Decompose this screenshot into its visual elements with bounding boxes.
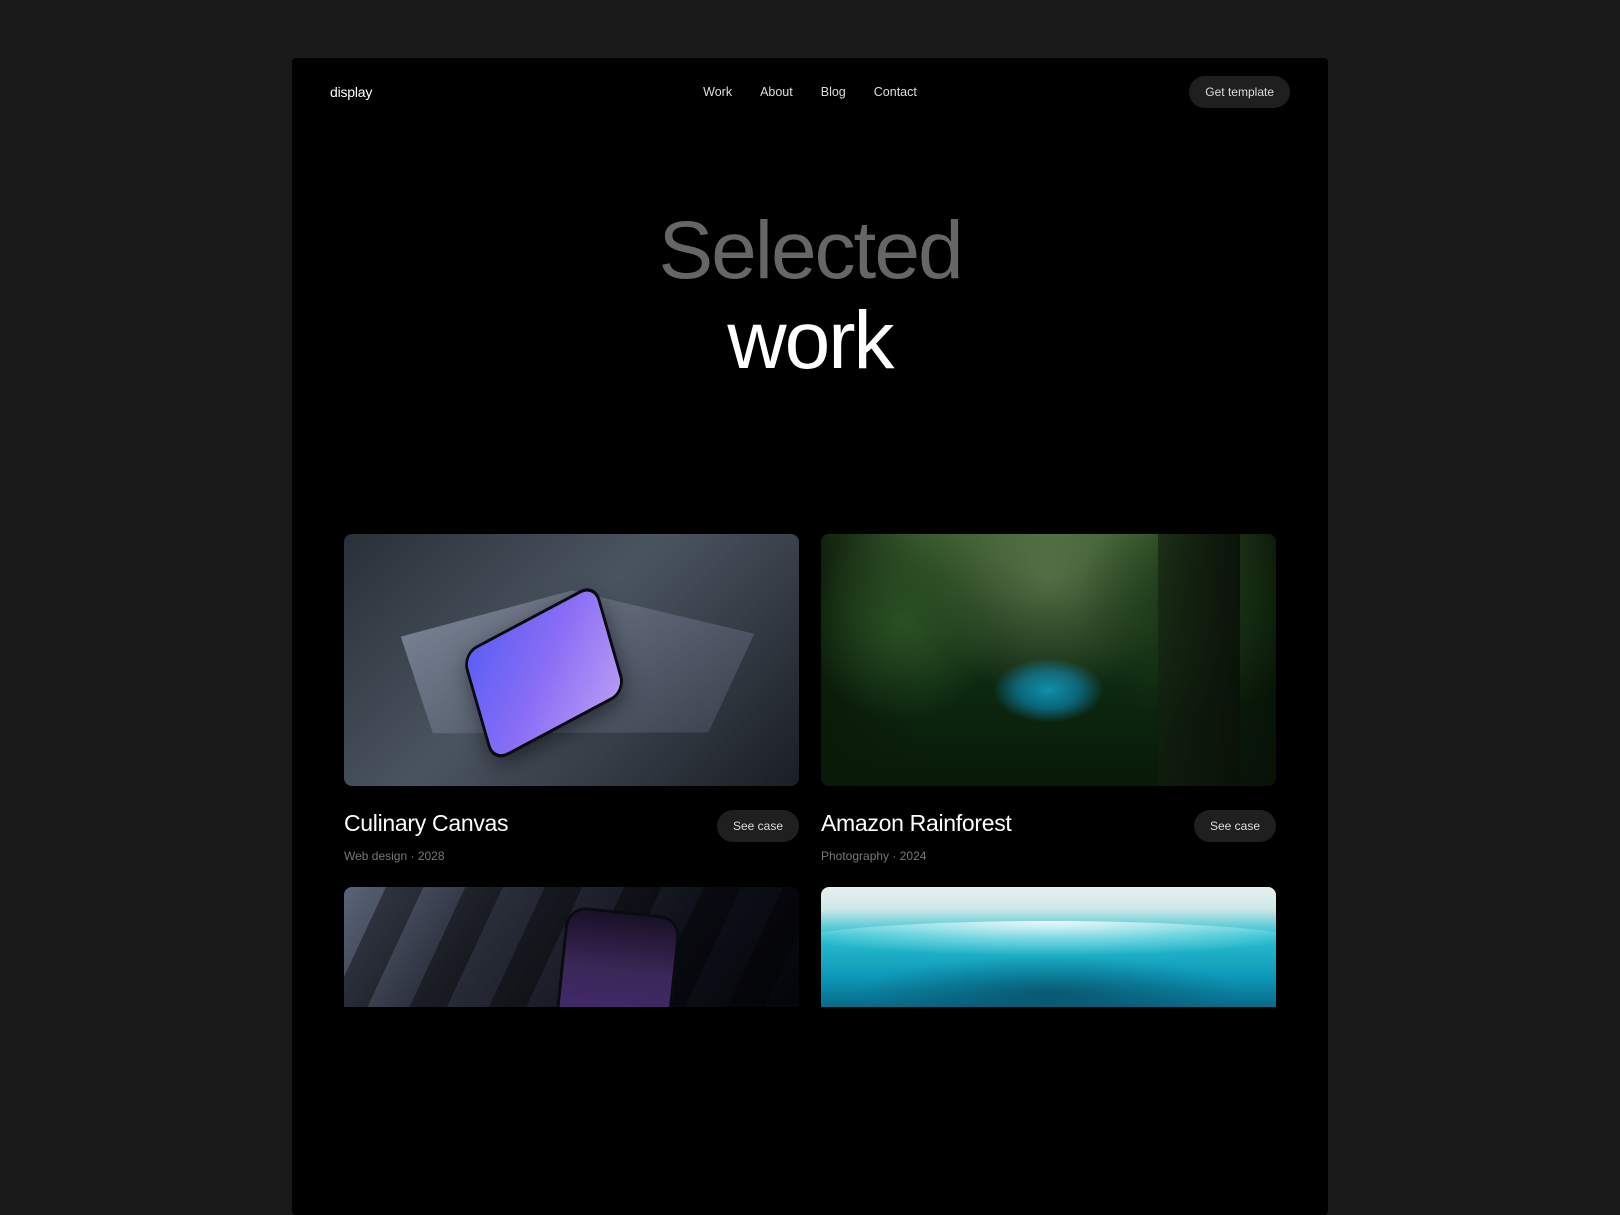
hero-title-line2: work	[330, 298, 1290, 384]
work-thumbnail[interactable]	[821, 887, 1276, 1007]
nav-blog[interactable]: Blog	[821, 85, 846, 99]
work-thumbnail[interactable]	[344, 887, 799, 1007]
see-case-button[interactable]: See case	[717, 810, 799, 842]
hero-title-line1: Selected	[330, 208, 1290, 294]
nav-contact[interactable]: Contact	[874, 85, 917, 99]
work-meta: Photography · 2024	[821, 849, 1194, 863]
nav-work[interactable]: Work	[703, 85, 732, 99]
work-thumbnail[interactable]	[344, 534, 799, 786]
see-case-button[interactable]: See case	[1194, 810, 1276, 842]
page-container: display Work About Blog Contact Get temp…	[292, 58, 1328, 1215]
work-card: Culinary Canvas Web design · 2028 See ca…	[344, 534, 799, 863]
work-info: Amazon Rainforest Photography · 2024 See…	[821, 810, 1276, 863]
work-title: Culinary Canvas	[344, 810, 717, 837]
header: display Work About Blog Contact Get temp…	[330, 76, 1290, 108]
work-card: Amazon Rainforest Photography · 2024 See…	[821, 534, 1276, 863]
nav-about[interactable]: About	[760, 85, 793, 99]
hero: Selected work	[330, 208, 1290, 384]
work-grid: Culinary Canvas Web design · 2028 See ca…	[330, 534, 1290, 1007]
brand-logo[interactable]: display	[330, 84, 372, 100]
work-category: Photography	[821, 849, 889, 863]
work-category: Web design	[344, 849, 407, 863]
work-thumbnail[interactable]	[821, 534, 1276, 786]
work-meta: Web design · 2028	[344, 849, 717, 863]
work-year: 2028	[418, 849, 445, 863]
meta-separator: ·	[889, 849, 900, 863]
main-nav: Work About Blog Contact	[703, 85, 917, 99]
work-title: Amazon Rainforest	[821, 810, 1194, 837]
work-year: 2024	[900, 849, 927, 863]
work-card	[344, 887, 799, 1007]
get-template-button[interactable]: Get template	[1189, 76, 1290, 108]
meta-separator: ·	[407, 849, 418, 863]
work-card	[821, 887, 1276, 1007]
work-info: Culinary Canvas Web design · 2028 See ca…	[344, 810, 799, 863]
